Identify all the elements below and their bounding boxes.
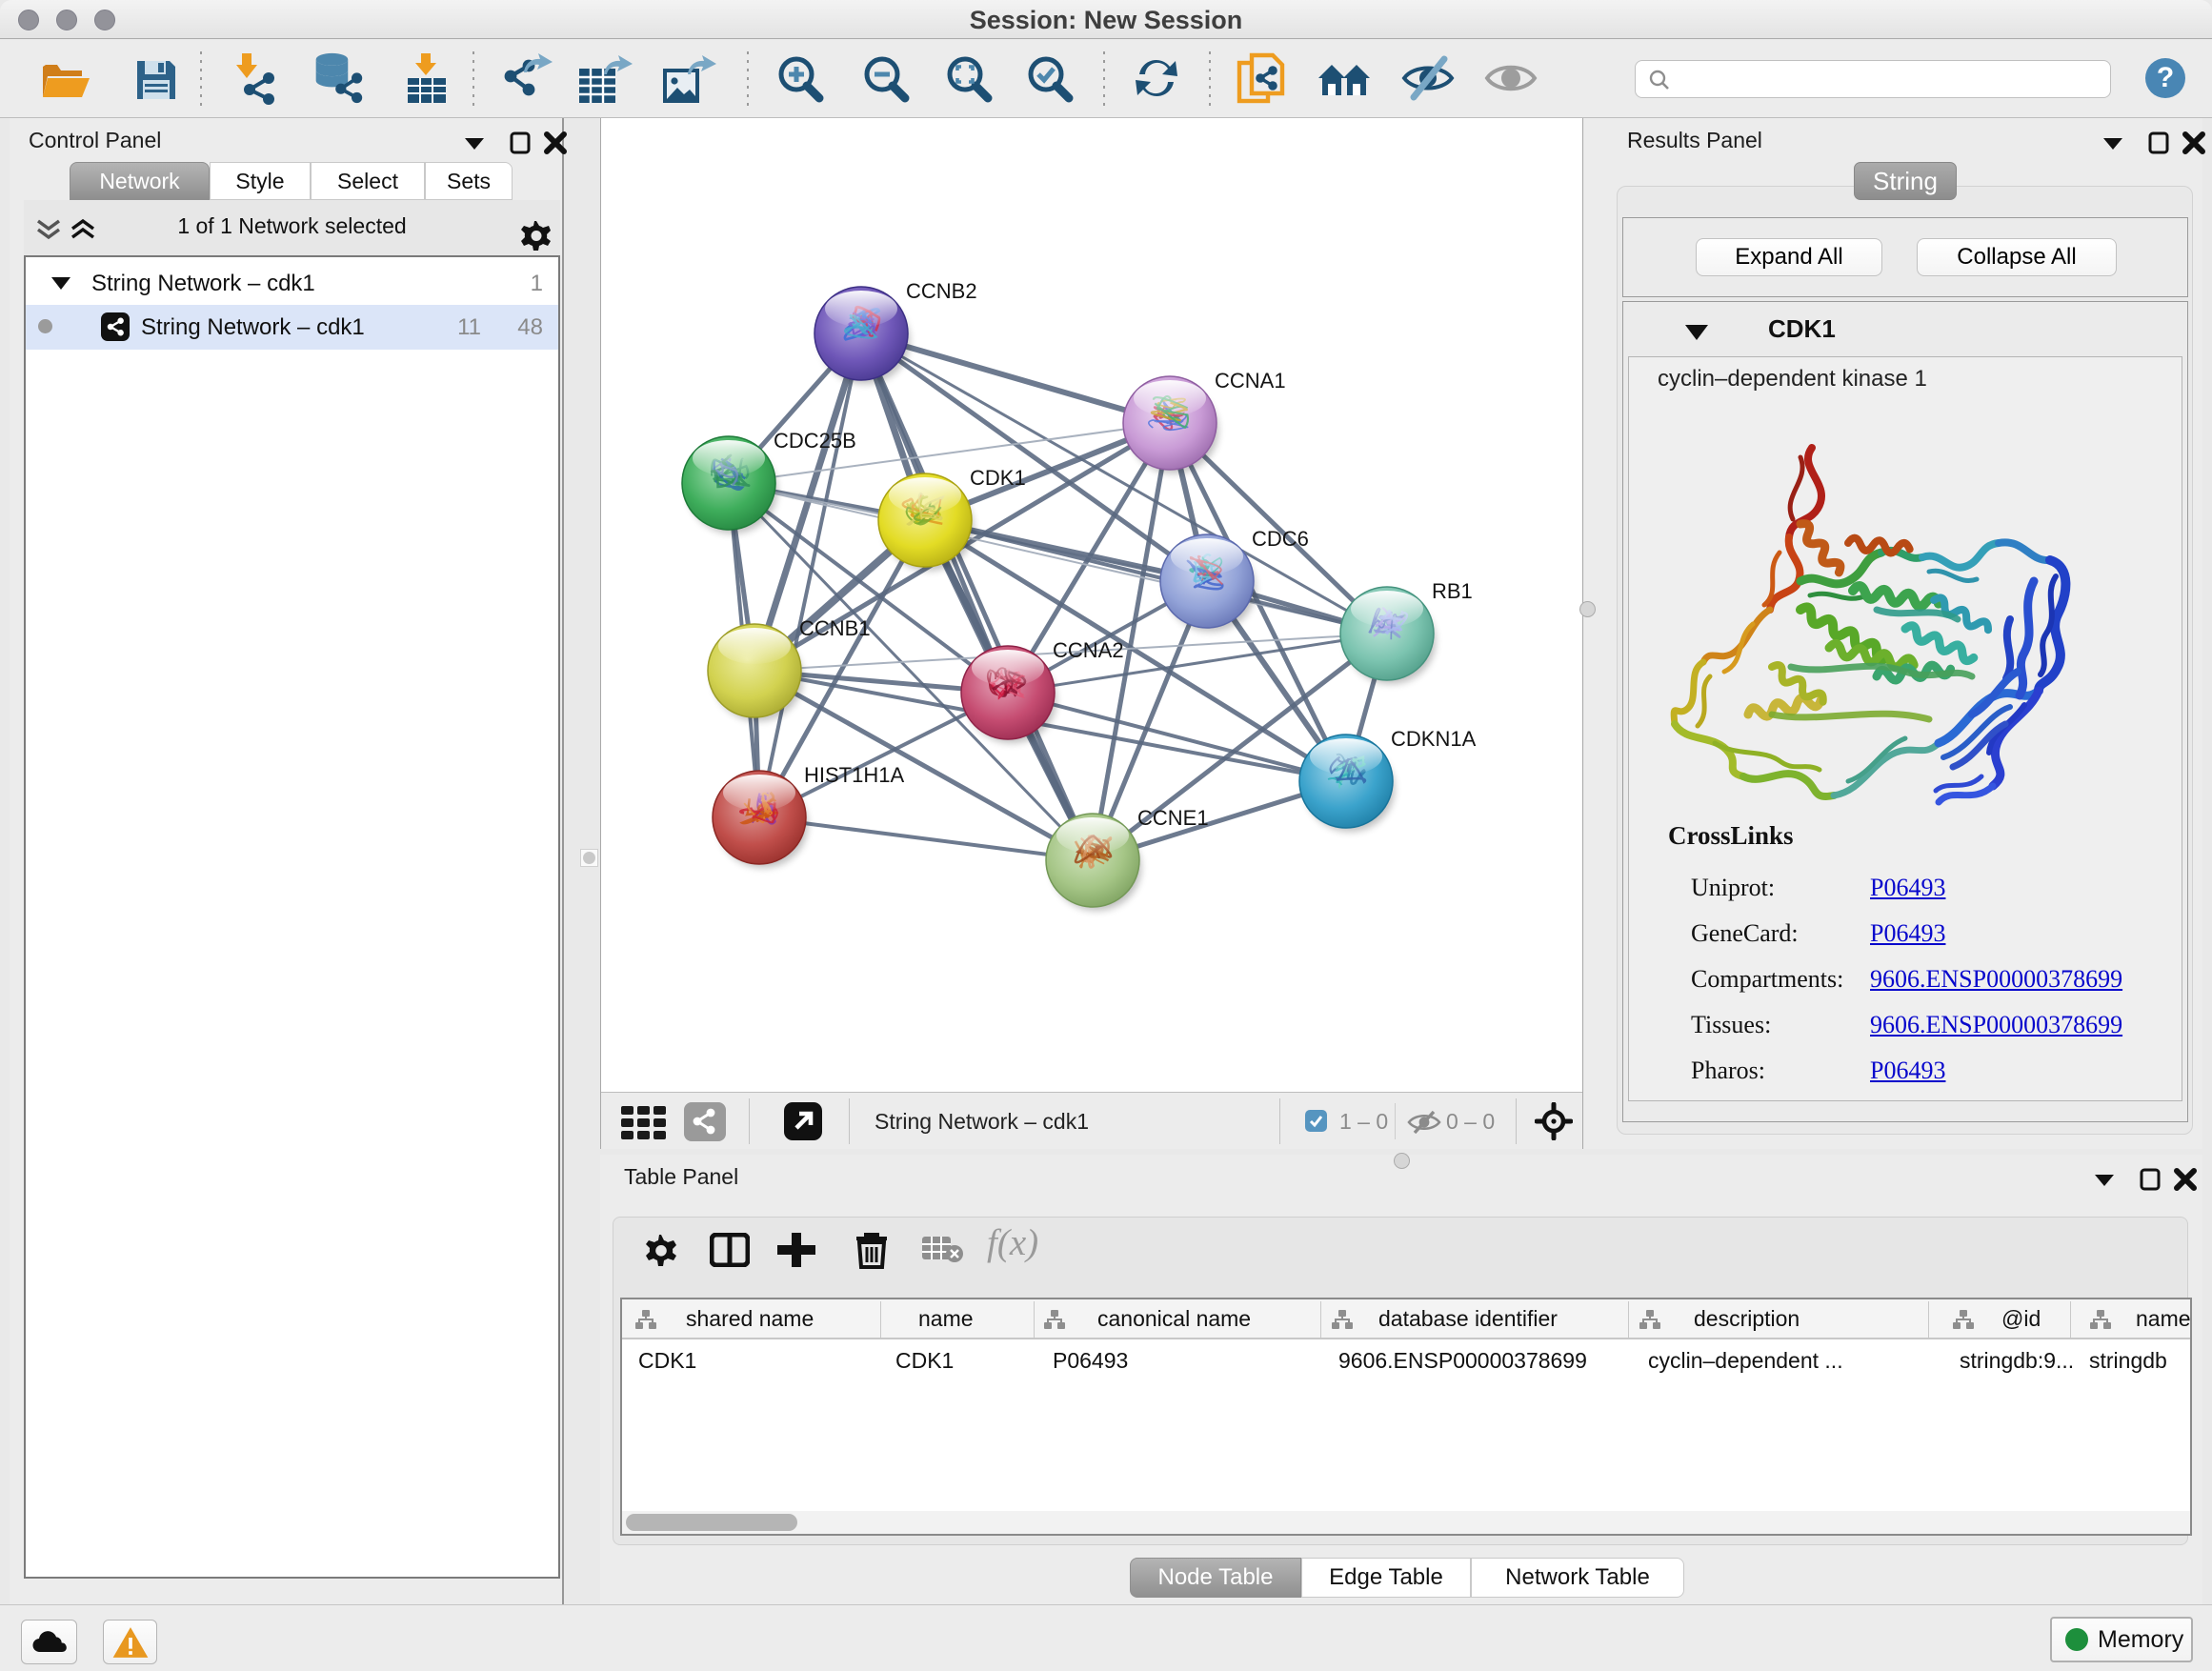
svg-text:HIST1H1A: HIST1H1A: [804, 763, 904, 787]
svg-text:CCNB2: CCNB2: [906, 279, 977, 303]
svg-text:CCNE1: CCNE1: [1137, 806, 1209, 830]
svg-text:CDC25B: CDC25B: [774, 429, 856, 453]
svg-text:CCNB1: CCNB1: [799, 616, 871, 640]
svg-text:CDK1: CDK1: [970, 466, 1026, 490]
svg-text:RB1: RB1: [1432, 579, 1473, 603]
svg-text:CDC6: CDC6: [1252, 527, 1309, 551]
svg-text:CDKN1A: CDKN1A: [1391, 727, 1477, 751]
svg-text:CCNA1: CCNA1: [1215, 369, 1286, 393]
svg-text:CCNA2: CCNA2: [1053, 638, 1124, 662]
